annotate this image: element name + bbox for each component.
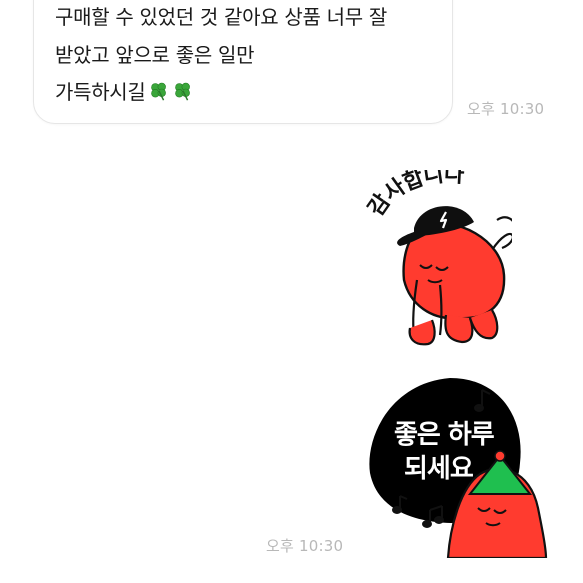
message-line-1: 구매할 수 있었던 것 같아요 상품 너무 잘	[55, 5, 388, 29]
incoming-message-text: 구매할 수 있었던 것 같아요 상품 너무 잘 받았고 앞으로 좋은 일만 가득…	[55, 0, 455, 111]
message-line-3-text: 가득하시길	[55, 80, 146, 104]
message-line-3: 가득하시길	[55, 73, 455, 111]
bowing-character-icon: 감사합니다	[364, 170, 512, 346]
message-timestamp: 오후 10:30	[467, 100, 545, 118]
four-leaf-clover-icon	[174, 82, 190, 101]
message-line-2: 받았고 앞으로 좋은 일만	[55, 43, 255, 67]
sticker-timestamp: 오후 10:30	[266, 537, 344, 555]
nice-day-text-line-1: 좋은 하루	[394, 420, 495, 450]
have-a-nice-day-sticker[interactable]: 좋은 하루 되세요	[360, 378, 550, 558]
thank-you-sticker[interactable]: 감사합니다	[362, 170, 512, 355]
chat-screen: 구매할 수 있었던 것 같아요 상품 너무 잘 받았고 앞으로 좋은 일만 가득…	[0, 0, 583, 583]
four-leaf-clover-icon	[150, 82, 166, 101]
nice-day-text-line-2: 되세요	[404, 454, 474, 484]
